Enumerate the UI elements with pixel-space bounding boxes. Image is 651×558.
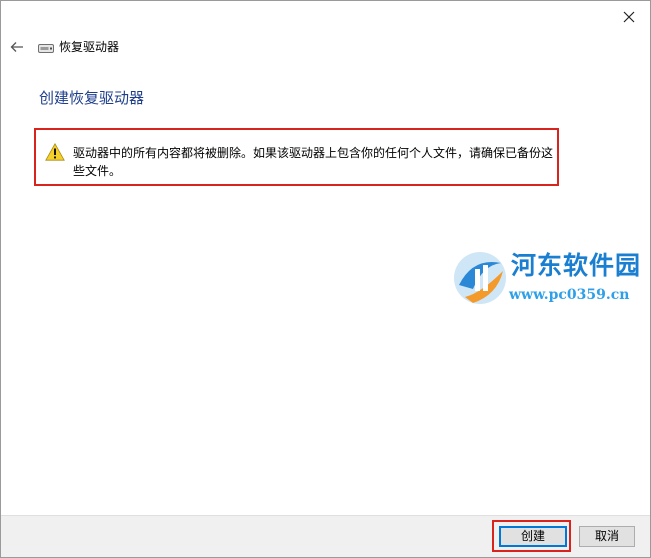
recovery-drive-window: 恢复驱动器 创建恢复驱动器 驱动器中的所有内容都将被删除。如果该驱动器上包含你的… <box>0 0 651 558</box>
watermark-name: 河东软件园 <box>511 251 642 280</box>
warning-message-box: 驱动器中的所有内容都将被删除。如果该驱动器上包含你的任何个人文件，请确保已备份这… <box>34 128 559 186</box>
warning-text: 驱动器中的所有内容都将被删除。如果该驱动器上包含你的任何个人文件，请确保已备份这… <box>73 146 554 178</box>
drive-icon <box>38 44 54 53</box>
watermark-logo-icon <box>454 252 506 304</box>
watermark-url: www.pc0359.cn <box>509 287 630 303</box>
window-title: 恢复驱动器 <box>59 40 120 54</box>
back-button[interactable] <box>7 37 27 57</box>
warning-icon <box>45 143 65 161</box>
page-heading: 创建恢复驱动器 <box>39 89 145 107</box>
watermark: 河东软件园 www.pc0359.cn <box>451 249 650 309</box>
create-button[interactable]: 创建 <box>499 526 567 547</box>
cancel-button[interactable]: 取消 <box>579 526 635 547</box>
dialog-footer: 创建 取消 <box>1 515 650 557</box>
close-icon <box>623 11 635 23</box>
back-arrow-icon <box>10 42 23 52</box>
close-button[interactable] <box>614 5 644 29</box>
